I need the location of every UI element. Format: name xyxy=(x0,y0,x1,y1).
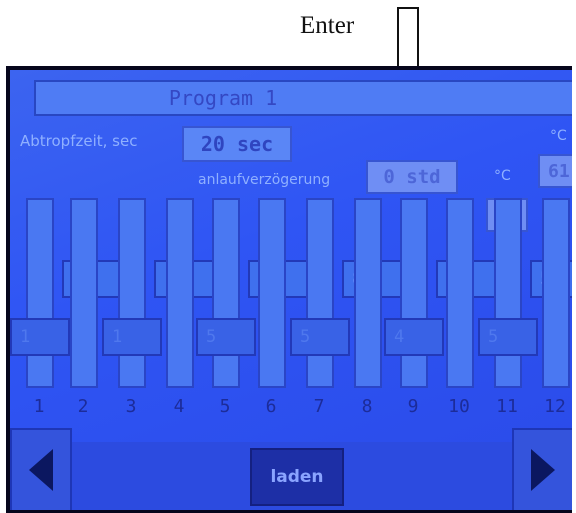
column-number: 2 xyxy=(77,396,89,417)
program-title: Program 1 xyxy=(34,80,572,116)
slider-column[interactable] xyxy=(354,198,382,388)
column-number: 8 xyxy=(361,396,373,417)
column-number: 7 xyxy=(313,396,325,417)
temp-field-a[interactable]: 61 xyxy=(538,154,572,188)
lower-slider[interactable]: 1 xyxy=(102,318,162,356)
program-panel: Program 1 Abtropfzeit, sec 20 sec anlauf… xyxy=(10,70,572,510)
drip-time-label: Abtropfzeit, sec xyxy=(20,132,138,150)
column-number: 1 xyxy=(33,396,45,417)
column-number: 12 xyxy=(544,396,566,417)
triangle-left-icon xyxy=(29,449,53,491)
start-delay-field[interactable]: 0 std xyxy=(366,160,458,194)
program-title-text: Program 1 xyxy=(168,86,278,110)
slider-column[interactable] xyxy=(306,198,334,388)
next-button[interactable] xyxy=(512,428,572,510)
slider-column[interactable] xyxy=(166,198,194,388)
slider-column[interactable] xyxy=(494,198,522,388)
start-delay-label: anlaufverzögerung xyxy=(198,172,331,188)
lower-slider[interactable]: 5 xyxy=(290,318,350,356)
column-number: 10 xyxy=(448,396,470,417)
slider-column[interactable] xyxy=(70,198,98,388)
temp-unit-a: °C xyxy=(550,128,567,144)
load-button[interactable]: laden xyxy=(250,448,344,506)
drip-time-field[interactable]: 20 sec xyxy=(182,126,292,162)
lower-slider[interactable]: 5 xyxy=(478,318,538,356)
column-number: 4 xyxy=(173,396,185,417)
column-number: 3 xyxy=(125,396,137,417)
temp-unit-b: °C xyxy=(494,168,511,184)
column-number: 5 xyxy=(219,396,231,417)
lower-slider[interactable]: 4 xyxy=(384,318,444,356)
slider-column[interactable] xyxy=(118,198,146,388)
previous-button[interactable] xyxy=(10,428,72,510)
slider-column[interactable] xyxy=(542,198,570,388)
column-number: 11 xyxy=(496,396,518,417)
triangle-right-icon xyxy=(531,449,555,491)
slider-column[interactable] xyxy=(26,198,54,388)
annotation-label: Enter xyxy=(300,12,355,39)
lower-slider[interactable]: 1 xyxy=(10,318,70,356)
column-number: 6 xyxy=(265,396,277,417)
slider-column[interactable] xyxy=(446,198,474,388)
slider-column[interactable] xyxy=(258,198,286,388)
slider-column[interactable] xyxy=(212,198,240,388)
column-number: 9 xyxy=(407,396,419,417)
slider-column[interactable] xyxy=(400,198,428,388)
device-screen: Program 1 Abtropfzeit, sec 20 sec anlauf… xyxy=(6,66,572,513)
lower-slider[interactable]: 5 xyxy=(196,318,256,356)
